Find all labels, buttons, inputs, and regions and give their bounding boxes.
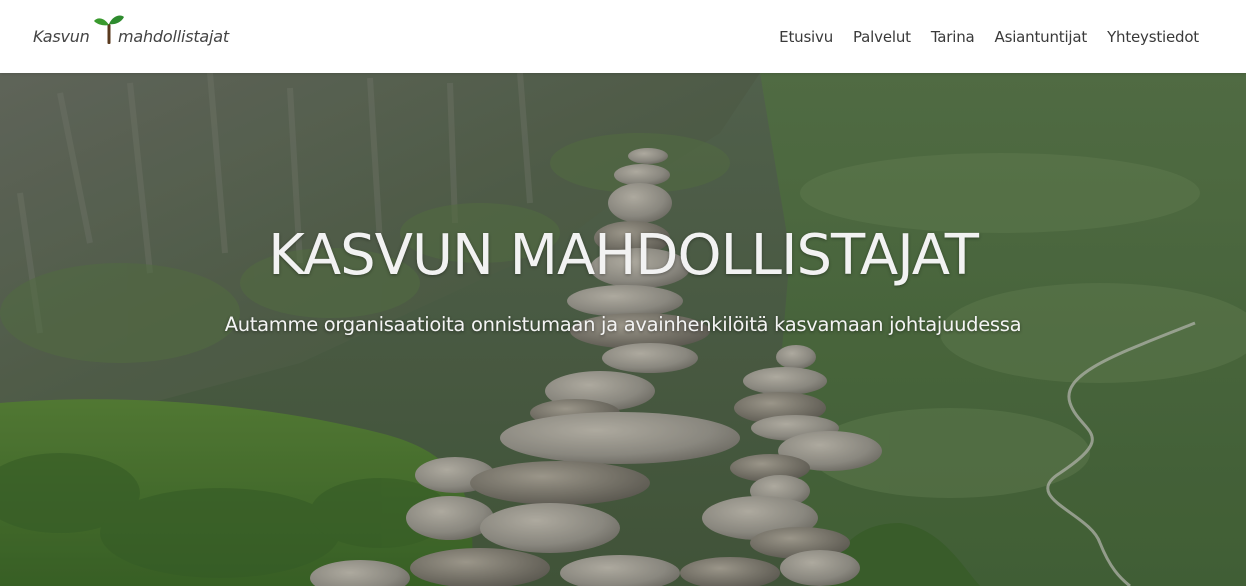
nav-item-tarina: Tarina	[931, 28, 975, 47]
main-nav: Etusivu Palvelut Tarina Asiantuntijat Yh…	[779, 28, 1199, 47]
site-logo[interactable]: Kasvun mahdollistajat	[32, 10, 232, 50]
logo-text-left: Kasvun	[33, 27, 90, 46]
hero-section: KASVUN MAHDOLLISTAJAT Autamme organisaat…	[0, 73, 1246, 586]
nav-link-yhteystiedot[interactable]: Yhteystiedot	[1107, 28, 1199, 46]
nav-item-etusivu: Etusivu	[779, 28, 833, 47]
nav-item-palvelut: Palvelut	[853, 28, 911, 47]
nav-link-asiantuntijat[interactable]: Asiantuntijat	[995, 28, 1088, 46]
logo-text-right: mahdollistajat	[118, 27, 229, 46]
nav-link-palvelut[interactable]: Palvelut	[853, 28, 911, 46]
hero-subtitle: Autamme organisaatioita onnistumaan ja a…	[224, 313, 1022, 336]
top-navbar: Kasvun mahdollistajat Etusivu Palvelut T…	[0, 0, 1246, 73]
nav-item-asiantuntijat: Asiantuntijat	[995, 28, 1088, 47]
hero-title: KASVUN MAHDOLLISTAJAT	[268, 223, 979, 288]
nav-item-yhteystiedot: Yhteystiedot	[1107, 28, 1199, 47]
nav-link-etusivu[interactable]: Etusivu	[779, 28, 833, 46]
nav-link-tarina[interactable]: Tarina	[931, 28, 975, 46]
